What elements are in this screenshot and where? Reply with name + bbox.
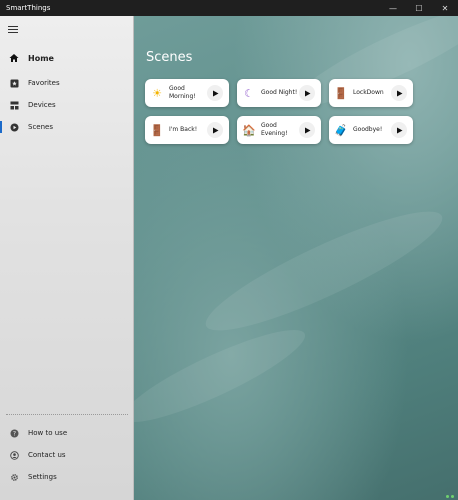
sidebar-item-label: How to use <box>28 429 68 437</box>
scene-label: LockDown <box>353 89 384 96</box>
scene-label: I'm Back! <box>169 126 198 133</box>
scene-label: Goodbye! <box>353 126 383 133</box>
scene-card-good-morning[interactable]: ☀ Good Morning! <box>145 79 229 107</box>
play-icon <box>212 127 218 133</box>
sidebar-item-label: Settings <box>28 473 57 481</box>
door-icon: 🚪 <box>150 123 164 137</box>
house-icon: 🏠 <box>242 123 256 137</box>
status-indicator <box>446 495 454 498</box>
scene-card-im-back[interactable]: 🚪 I'm Back! <box>145 116 229 144</box>
play-icon <box>396 127 402 133</box>
play-icon <box>304 127 310 133</box>
play-button[interactable] <box>391 122 407 138</box>
sidebar-item-how-to-use[interactable]: ? How to use <box>0 422 134 444</box>
sidebar-item-settings[interactable]: Settings <box>0 466 134 488</box>
sidebar-divider <box>6 414 128 415</box>
play-icon <box>396 90 402 96</box>
scene-card-good-night[interactable]: ☾ Good Night! <box>237 79 321 107</box>
sidebar-item-devices[interactable]: Devices <box>0 94 134 116</box>
sidebar-item-label: Devices <box>28 101 56 109</box>
sidebar: Home Favorites Devices Scenes ? How to u… <box>0 16 134 500</box>
sidebar-item-label: Contact us <box>28 451 66 459</box>
favorites-icon <box>0 79 28 88</box>
contact-icon <box>0 450 28 460</box>
play-icon <box>304 90 310 96</box>
sidebar-item-favorites[interactable]: Favorites <box>0 72 134 94</box>
help-icon: ? <box>0 429 28 438</box>
scene-label: Good Evening! <box>261 122 288 137</box>
sidebar-item-label: Home <box>28 53 54 63</box>
play-button[interactable] <box>207 85 223 101</box>
hamburger-menu-icon[interactable] <box>8 26 18 34</box>
scene-label: Good Morning! <box>169 85 196 100</box>
play-button[interactable] <box>299 85 315 101</box>
close-button[interactable]: ✕ <box>432 0 458 16</box>
scene-card-good-evening[interactable]: 🏠 Good Evening! <box>237 116 321 144</box>
sun-icon: ☀ <box>152 86 162 100</box>
luggage-icon: 🧳 <box>334 123 348 137</box>
sidebar-item-contact-us[interactable]: Contact us <box>0 444 134 466</box>
background-decoration <box>195 193 453 349</box>
play-icon <box>212 90 218 96</box>
scene-card-goodbye[interactable]: 🧳 Goodbye! <box>329 116 413 144</box>
gear-icon <box>0 473 28 482</box>
title-bar: SmartThings — ☐ ✕ <box>0 0 458 16</box>
play-button[interactable] <box>299 122 315 138</box>
sidebar-item-scenes[interactable]: Scenes <box>0 116 134 138</box>
minimize-button[interactable]: — <box>380 0 406 16</box>
moon-icon: ☾ <box>244 86 254 100</box>
play-button[interactable] <box>207 122 223 138</box>
svg-text:?: ? <box>12 430 15 437</box>
sidebar-item-label: Scenes <box>28 123 53 131</box>
background-decoration <box>134 315 314 437</box>
maximize-button[interactable]: ☐ <box>406 0 432 16</box>
scene-card-lockdown[interactable]: 🚪 LockDown <box>329 79 413 107</box>
app-title: SmartThings <box>6 4 51 12</box>
scene-label: Good Night! <box>261 89 298 96</box>
page-title: Scenes <box>146 50 193 65</box>
sidebar-item-label: Favorites <box>28 79 60 87</box>
devices-icon <box>0 101 28 110</box>
play-button[interactable] <box>391 85 407 101</box>
scenes-panel: Scenes ☀ Good Morning! ☾ Good Night! 🚪 L… <box>134 16 458 500</box>
home-icon <box>0 53 28 63</box>
sidebar-item-home[interactable]: Home <box>0 47 134 69</box>
scenes-icon <box>0 123 28 132</box>
door-icon: 🚪 <box>334 86 348 100</box>
